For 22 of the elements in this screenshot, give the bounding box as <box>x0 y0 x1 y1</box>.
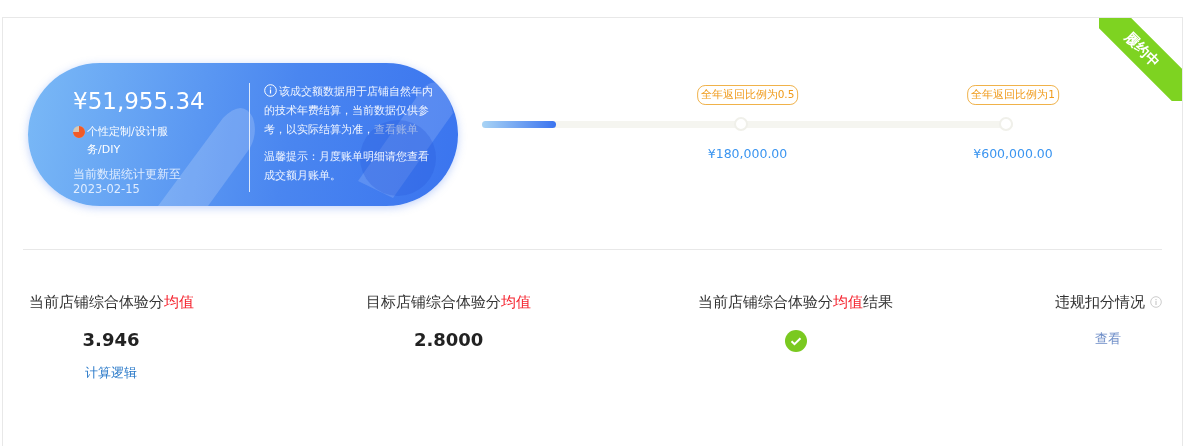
pie-chart-icon <box>73 125 85 138</box>
update-date: 当前数据统计更新至2023-02-15 <box>73 166 182 197</box>
milestone-amount: ¥600,000.00 <box>973 146 1053 161</box>
view-link[interactable]: 查看 <box>1095 330 1122 348</box>
stat-title: 违规扣分情况 <box>1054 292 1145 312</box>
stat-title: 当前店铺综合体验分均值 <box>28 292 194 312</box>
calculation-link[interactable]: 计算逻辑 <box>85 364 137 382</box>
amount: ¥51,955.34 <box>73 86 206 116</box>
category: 个性定制/设计服务/DIY <box>87 123 169 158</box>
stat-value: 2.8000 <box>413 328 484 352</box>
check-icon <box>784 330 807 352</box>
info-icon <box>264 83 277 97</box>
milestone-tooltip: 全年返回比例为1 <box>967 85 1059 105</box>
stat-title: 目标店铺综合体验分均值 <box>366 292 532 312</box>
notice-text: 该成交额数据用于店铺自然年内的技术年费结算，当前数据仅供参考，以实际结算为准，查看账单 <box>264 82 434 137</box>
status-ribbon: 履约中 <box>1099 18 1182 101</box>
bill-link[interactable]: 查看账单 <box>374 122 418 135</box>
milestone-amount: ¥180,000.00 <box>707 146 788 161</box>
tip-text: 温馨提示：月度账单明细请您查看成交额月账单。 <box>264 148 430 183</box>
milestone-tooltip: 全年返回比例为0.5 <box>696 85 799 105</box>
stat-title: 当前店铺综合体验分均值结果 <box>698 292 894 312</box>
stat-value: 3.946 <box>82 328 140 352</box>
